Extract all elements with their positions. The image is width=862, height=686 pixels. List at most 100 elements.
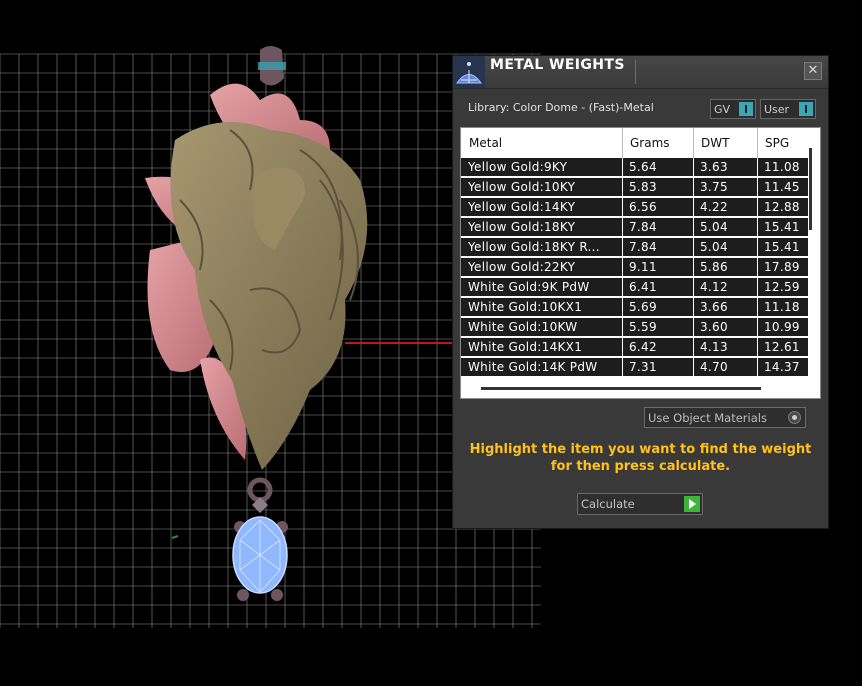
use-object-materials-option[interactable]: Use Object Materials bbox=[644, 407, 806, 428]
table-row[interactable]: White Gold:9K PdW 6.41 4.12 12.59 bbox=[461, 278, 808, 296]
column-divider bbox=[757, 158, 758, 176]
metal-weights-panel: METAL WEIGHTS ✕ Library: Color Dome - (F… bbox=[453, 56, 828, 528]
cell-spg: 11.45 bbox=[764, 180, 800, 194]
column-divider bbox=[757, 338, 758, 356]
user-toggle[interactable]: User bbox=[760, 99, 816, 119]
cell-spg: 15.41 bbox=[764, 240, 800, 254]
cell-grams: 5.64 bbox=[629, 160, 657, 174]
header-spg[interactable]: SPG bbox=[765, 136, 789, 150]
cell-spg: 14.37 bbox=[764, 360, 800, 374]
cell-spg: 10.99 bbox=[764, 320, 800, 334]
panel-titlebar[interactable]: METAL WEIGHTS ✕ bbox=[453, 56, 828, 89]
cell-grams: 9.11 bbox=[629, 260, 657, 274]
cell-grams: 7.31 bbox=[629, 360, 657, 374]
cell-metal: White Gold:10KX1 bbox=[468, 300, 583, 314]
cell-grams: 6.42 bbox=[629, 340, 657, 354]
cell-grams: 7.84 bbox=[629, 240, 657, 254]
table-row[interactable]: White Gold:14KX1 6.42 4.13 12.61 bbox=[461, 338, 808, 356]
calculate-button[interactable]: Calculate bbox=[577, 493, 703, 515]
cell-metal: White Gold:14K PdW bbox=[468, 360, 598, 374]
cell-metal: White Gold:10KW bbox=[468, 320, 578, 334]
cell-dwt: 3.66 bbox=[700, 300, 728, 314]
cell-spg: 15.41 bbox=[764, 220, 800, 234]
column-divider bbox=[757, 258, 758, 276]
column-divider bbox=[622, 158, 623, 176]
panel-title: METAL WEIGHTS bbox=[490, 57, 625, 73]
cell-grams: 7.84 bbox=[629, 220, 657, 234]
table-row[interactable]: White Gold:10KW 5.59 3.60 10.99 bbox=[461, 318, 808, 336]
column-divider bbox=[622, 218, 623, 236]
header-dwt[interactable]: DWT bbox=[701, 136, 729, 150]
cell-dwt: 5.04 bbox=[700, 220, 728, 234]
column-divider bbox=[693, 338, 694, 356]
cell-grams: 5.59 bbox=[629, 320, 657, 334]
cell-dwt: 4.12 bbox=[700, 280, 728, 294]
toggle-switch-icon bbox=[799, 102, 813, 116]
vertical-scrollbar[interactable] bbox=[809, 148, 812, 230]
table-row[interactable]: Yellow Gold:22KY 9.11 5.86 17.89 bbox=[461, 258, 808, 276]
column-divider bbox=[757, 198, 758, 216]
header-grams[interactable]: Grams bbox=[630, 136, 670, 150]
close-button[interactable]: ✕ bbox=[804, 62, 822, 80]
table-row[interactable]: Yellow Gold:18KY R... 7.84 5.04 15.41 bbox=[461, 238, 808, 256]
column-divider bbox=[622, 338, 623, 356]
cell-grams: 6.56 bbox=[629, 200, 657, 214]
cell-grams: 5.83 bbox=[629, 180, 657, 194]
green-play-icon bbox=[684, 496, 700, 512]
header-metal[interactable]: Metal bbox=[469, 136, 502, 150]
cell-metal: White Gold:9K PdW bbox=[468, 280, 590, 294]
cell-spg: 12.61 bbox=[764, 340, 800, 354]
cell-metal: Yellow Gold:10KY bbox=[468, 180, 576, 194]
column-divider bbox=[757, 218, 758, 236]
cell-dwt: 3.60 bbox=[700, 320, 728, 334]
instruction-line-2: for then press calculate. bbox=[550, 459, 731, 474]
column-divider bbox=[693, 198, 694, 216]
blue-dome-icon bbox=[453, 56, 485, 88]
column-divider bbox=[693, 218, 694, 236]
gv-toggle-label: GV bbox=[714, 103, 731, 116]
title-divider bbox=[635, 60, 636, 84]
cell-grams: 6.41 bbox=[629, 280, 657, 294]
column-divider bbox=[693, 358, 694, 376]
column-divider bbox=[757, 318, 758, 336]
table-row[interactable]: Yellow Gold:14KY 6.56 4.22 12.88 bbox=[461, 198, 808, 216]
column-divider bbox=[757, 358, 758, 376]
horizontal-scrollbar[interactable] bbox=[481, 387, 761, 390]
column-divider bbox=[693, 238, 694, 256]
user-toggle-label: User bbox=[764, 103, 790, 116]
cell-dwt: 4.22 bbox=[700, 200, 728, 214]
axis-marker bbox=[171, 535, 179, 539]
cell-spg: 12.88 bbox=[764, 200, 800, 214]
use-object-materials-label: Use Object Materials bbox=[648, 411, 767, 425]
column-divider bbox=[622, 178, 623, 196]
cell-spg: 17.89 bbox=[764, 260, 800, 274]
column-divider bbox=[622, 258, 623, 276]
column-divider bbox=[757, 278, 758, 296]
column-divider bbox=[622, 298, 623, 316]
radio-icon bbox=[788, 411, 801, 424]
column-divider bbox=[757, 238, 758, 256]
table-row[interactable]: Yellow Gold:10KY 5.83 3.75 11.45 bbox=[461, 178, 808, 196]
cell-metal: Yellow Gold:18KY R... bbox=[468, 240, 600, 254]
metal-table: Metal Grams DWT SPG Yellow Gold:9KY 5.64 3… bbox=[460, 127, 821, 399]
table-row[interactable]: White Gold:10KX1 5.69 3.66 11.18 bbox=[461, 298, 808, 316]
table-row[interactable]: Yellow Gold:18KY 7.84 5.04 15.41 bbox=[461, 218, 808, 236]
cell-metal: Yellow Gold:9KY bbox=[468, 160, 568, 174]
cell-metal: Yellow Gold:18KY bbox=[468, 220, 576, 234]
column-divider bbox=[622, 318, 623, 336]
close-icon: ✕ bbox=[807, 63, 819, 78]
column-divider bbox=[757, 178, 758, 196]
library-label: Library: Color Dome - (Fast)-Metal bbox=[468, 101, 654, 114]
table-header: Metal Grams DWT SPG bbox=[461, 128, 820, 158]
cell-spg: 11.08 bbox=[764, 160, 800, 174]
cell-dwt: 5.86 bbox=[700, 260, 728, 274]
cell-dwt: 4.70 bbox=[700, 360, 728, 374]
column-divider bbox=[622, 198, 623, 216]
table-row[interactable]: Yellow Gold:9KY 5.64 3.63 11.08 bbox=[461, 158, 808, 176]
cell-dwt: 3.63 bbox=[700, 160, 728, 174]
instruction-text: Highlight the item you want to find the … bbox=[468, 441, 813, 475]
column-divider bbox=[757, 298, 758, 316]
cell-dwt: 3.75 bbox=[700, 180, 728, 194]
gv-toggle[interactable]: GV bbox=[710, 99, 756, 119]
table-row[interactable]: White Gold:14K PdW 7.31 4.70 14.37 bbox=[461, 358, 808, 376]
